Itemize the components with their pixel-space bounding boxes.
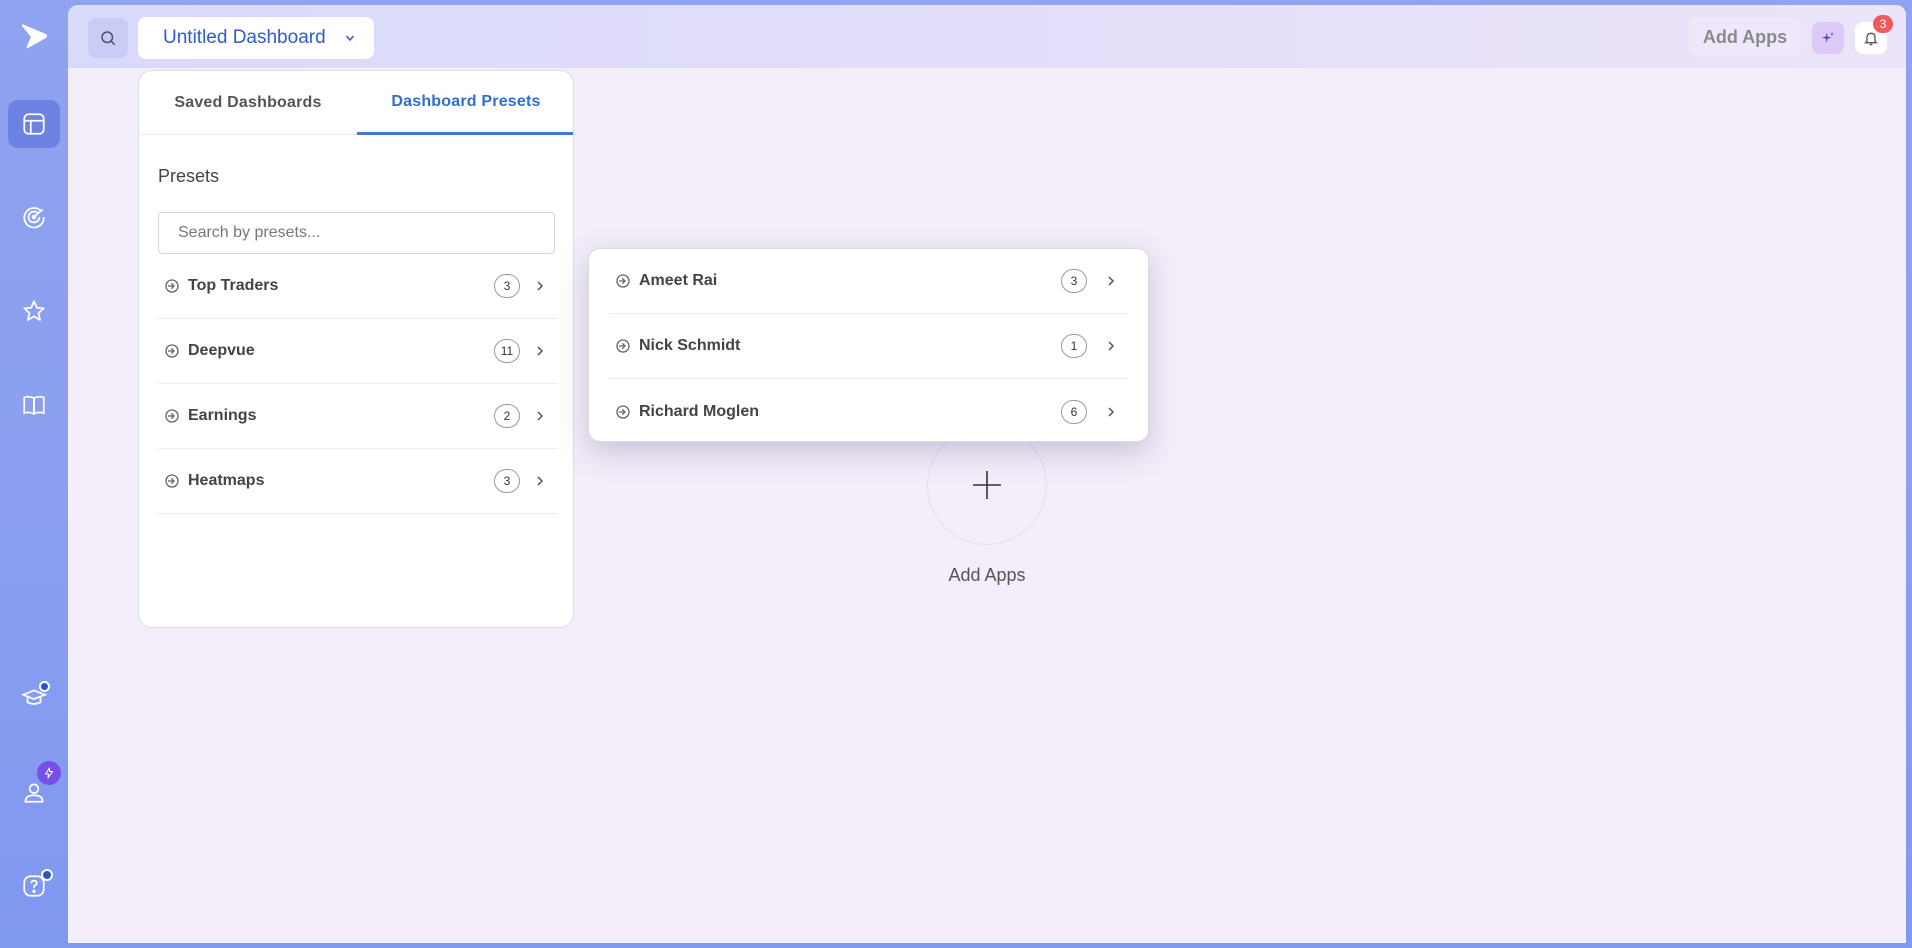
preset-count-badge: 3 bbox=[494, 469, 520, 493]
sidebar-item-education[interactable] bbox=[8, 674, 60, 722]
lightning-badge bbox=[37, 761, 61, 785]
add-apps-circle-button[interactable] bbox=[927, 425, 1047, 545]
login-circle-icon bbox=[616, 274, 630, 288]
help-notification-dot bbox=[41, 869, 53, 881]
book-icon bbox=[23, 395, 45, 415]
chevron-right-icon bbox=[537, 476, 544, 486]
chevron-right-icon bbox=[1108, 341, 1115, 351]
sidebar-item-radar[interactable] bbox=[8, 193, 60, 241]
login-circle-icon bbox=[165, 279, 179, 293]
presets-heading: Presets bbox=[158, 166, 220, 186]
lightning-icon bbox=[45, 767, 53, 779]
add-apps-button[interactable]: Add Apps bbox=[1689, 17, 1801, 57]
submenu-label: Richard Moglen bbox=[639, 402, 760, 420]
dashboards-dropdown: Saved Dashboards Dashboard Presets Prese… bbox=[138, 70, 574, 628]
search-button[interactable] bbox=[88, 18, 128, 58]
chevron-right-icon bbox=[537, 281, 544, 291]
submenu-count-badge: 6 bbox=[1061, 399, 1087, 424]
dashboard-title: Untitled Dashboard bbox=[163, 27, 326, 48]
sidebar-item-dashboard[interactable] bbox=[8, 100, 60, 148]
add-apps-label: Add Apps bbox=[948, 565, 1026, 585]
tab-saved-dashboards[interactable]: Saved Dashboards bbox=[139, 71, 357, 135]
top-bar: Untitled Dashboard Add Apps 3 bbox=[68, 5, 1906, 68]
preset-item-earnings[interactable]: Earnings 2 bbox=[158, 384, 558, 449]
submenu-item-ameet-rai[interactable]: Ameet Rai 3 bbox=[609, 249, 1129, 314]
preset-label: Top Traders bbox=[188, 277, 279, 294]
ai-assistant-button[interactable] bbox=[1812, 22, 1844, 54]
submenu-count-badge: 3 bbox=[1061, 269, 1087, 293]
chevron-right-icon bbox=[537, 346, 544, 356]
main-area: Untitled Dashboard Add Apps 3 Add Apps S… bbox=[68, 5, 1906, 943]
preset-label: Earnings bbox=[188, 407, 257, 424]
submenu-label: Ameet Rai bbox=[639, 272, 718, 289]
preset-item-deepvue[interactable]: Deepvue 11 bbox=[158, 319, 558, 384]
preset-submenu: Ameet Rai 3 Nick Schmidt 1 Richard Mogle… bbox=[588, 248, 1149, 442]
login-circle-icon bbox=[616, 339, 630, 353]
dashboard-selector[interactable]: Untitled Dashboard bbox=[138, 17, 374, 59]
chevron-right-icon bbox=[1108, 276, 1115, 286]
chevron-right-icon bbox=[537, 411, 544, 421]
sidebar-item-help[interactable] bbox=[8, 862, 60, 910]
login-circle-icon bbox=[165, 344, 179, 358]
dashboard-icon bbox=[23, 113, 45, 135]
tab-dashboard-presets[interactable]: Dashboard Presets bbox=[357, 71, 573, 135]
chevron-down-icon bbox=[345, 35, 355, 42]
presets-search-input[interactable] bbox=[158, 212, 555, 254]
login-circle-icon bbox=[165, 474, 179, 488]
sidebar bbox=[0, 0, 68, 948]
bell-icon bbox=[1864, 32, 1878, 46]
sidebar-item-favorites[interactable] bbox=[8, 287, 60, 335]
login-circle-icon bbox=[165, 409, 179, 423]
submenu-item-nick-schmidt[interactable]: Nick Schmidt 1 bbox=[609, 314, 1129, 379]
preset-item-top-traders[interactable]: Top Traders 3 bbox=[158, 254, 558, 319]
sidebar-item-learn[interactable] bbox=[8, 381, 60, 429]
submenu-count-badge: 1 bbox=[1061, 334, 1087, 358]
preset-label: Heatmaps bbox=[188, 472, 265, 489]
chevron-right-icon bbox=[1108, 406, 1115, 417]
preset-item-heatmaps[interactable]: Heatmaps 3 bbox=[158, 449, 558, 514]
preset-label: Deepvue bbox=[188, 342, 255, 359]
radar-icon bbox=[23, 207, 45, 229]
dropdown-tabs: Saved Dashboards Dashboard Presets bbox=[139, 71, 573, 135]
plus-icon bbox=[973, 471, 1001, 499]
search-icon bbox=[101, 31, 116, 46]
app-logo-icon[interactable] bbox=[18, 20, 50, 52]
star-icon bbox=[23, 300, 45, 321]
submenu-item-richard-moglen[interactable]: Richard Moglen 6 bbox=[609, 379, 1129, 441]
notification-count-badge: 3 bbox=[1873, 15, 1893, 33]
sparkle-icon bbox=[1821, 32, 1834, 43]
login-circle-icon bbox=[616, 404, 630, 419]
preset-count-badge: 3 bbox=[494, 274, 520, 298]
preset-count-badge: 2 bbox=[494, 404, 520, 428]
preset-count-badge: 11 bbox=[494, 339, 520, 363]
submenu-label: Nick Schmidt bbox=[639, 337, 741, 354]
education-notification-dot bbox=[39, 681, 50, 692]
